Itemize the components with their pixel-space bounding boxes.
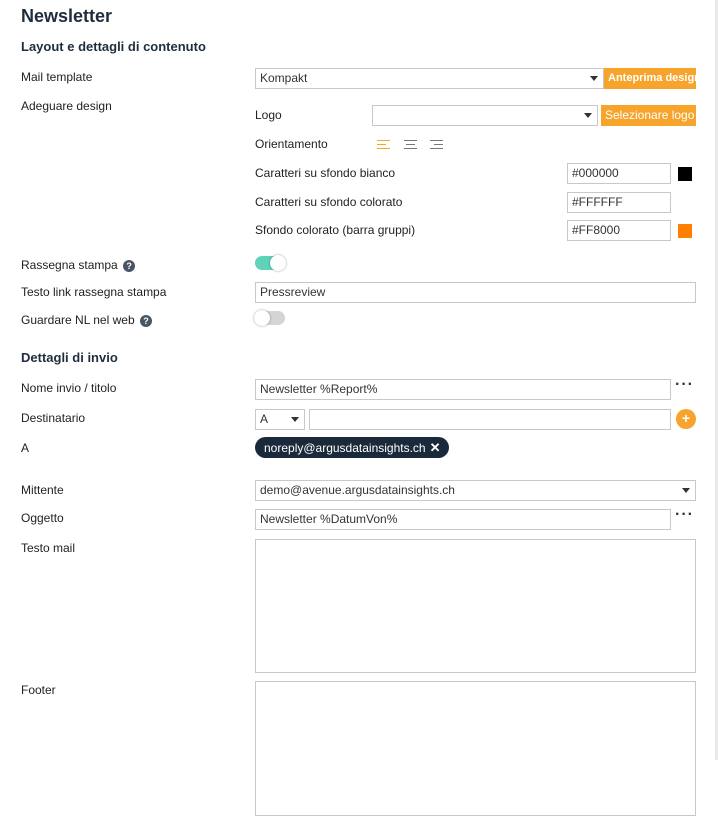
select-logo-button[interactable]: Selezionare logo (601, 105, 696, 126)
adjust-design-label: Adeguare design (21, 99, 112, 113)
sender-select[interactable]: demo@avenue.argusdatainsights.ch (255, 480, 696, 501)
press-review-label-text: Rassegna stampa (21, 258, 118, 272)
mail-template-label: Mail template (21, 70, 93, 84)
footer-textarea[interactable] (255, 681, 696, 816)
align-center-icon[interactable] (404, 140, 417, 149)
mail-template-value: Kompakt (260, 71, 308, 85)
send-name-label: Nome invio / titolo (21, 381, 117, 395)
preview-design-button[interactable]: Anteprima design (604, 68, 701, 89)
subject-label: Oggetto (21, 511, 64, 525)
mail-text-textarea[interactable] (255, 539, 696, 673)
mail-text-label: Testo mail (21, 541, 76, 555)
recipient-chip[interactable]: noreply@argusdatainsights.ch ✕ (255, 437, 449, 458)
colored-background-input[interactable]: #FF8000 (567, 220, 671, 241)
text-on-colored-input[interactable]: #FFFFFF (567, 192, 671, 213)
colored-background-label: Sfondo colorato (barra gruppi) (255, 223, 416, 237)
recipient-label: Destinatario (21, 411, 86, 425)
text-on-colored-label: Caratteri su sfondo colorato (255, 195, 403, 209)
sender-label: Mittente (21, 483, 64, 497)
align-left-icon[interactable] (377, 140, 390, 149)
colored-background-swatch[interactable] (678, 224, 692, 238)
logo-select[interactable] (372, 105, 598, 126)
footer-label: Footer (21, 683, 56, 697)
send-name-input[interactable]: Newsletter %Report% (255, 379, 671, 400)
text-on-white-label: Caratteri su sfondo bianco (255, 166, 396, 180)
more-options-icon[interactable]: ··· (675, 377, 694, 393)
recipient-type-value: A (260, 412, 269, 426)
toggle-knob (254, 310, 270, 326)
chevron-down-icon (682, 488, 690, 493)
layout-section-heading: Layout e dettagli di contenuto (21, 39, 206, 54)
text-on-white-input[interactable]: #000000 (567, 163, 671, 184)
press-review-link-text-label: Testo link rassegna stampa (21, 285, 167, 299)
text-on-white-swatch[interactable] (678, 167, 692, 181)
mail-template-select[interactable]: Kompakt (255, 68, 604, 89)
toggle-knob (270, 255, 286, 271)
to-label: A (21, 441, 30, 455)
logo-label: Logo (255, 108, 282, 122)
sender-value: demo@avenue.argusdatainsights.ch (260, 483, 455, 497)
orientation-label: Orientamento (255, 137, 328, 151)
subject-input[interactable]: Newsletter %DatumVon% (255, 509, 671, 530)
close-icon[interactable]: ✕ (430, 440, 441, 455)
align-right-icon[interactable] (430, 140, 443, 149)
recipient-type-select[interactable]: A (255, 409, 305, 430)
chevron-down-icon (584, 113, 592, 118)
view-in-web-label: Guardare NL nel web ? (21, 313, 152, 327)
recipient-input[interactable] (309, 409, 671, 430)
send-section-heading: Dettagli di invio (21, 350, 118, 365)
press-review-label: Rassegna stampa ? (21, 258, 136, 272)
press-review-link-text-input[interactable]: Pressreview (255, 282, 696, 303)
press-review-toggle[interactable] (255, 255, 286, 271)
recipient-chip-email: noreply@argusdatainsights.ch (264, 441, 426, 455)
text-on-colored-swatch[interactable] (678, 196, 692, 210)
page-title: Newsletter (21, 6, 113, 26)
chevron-down-icon (291, 417, 299, 422)
add-recipient-button[interactable]: + (676, 409, 696, 429)
help-icon[interactable]: ? (139, 315, 152, 327)
more-options-icon[interactable]: ··· (675, 507, 694, 523)
help-icon[interactable]: ? (123, 260, 136, 272)
chevron-down-icon (590, 76, 598, 81)
view-in-web-label-text: Guardare NL nel web (21, 313, 135, 327)
view-in-web-toggle[interactable] (254, 310, 285, 326)
